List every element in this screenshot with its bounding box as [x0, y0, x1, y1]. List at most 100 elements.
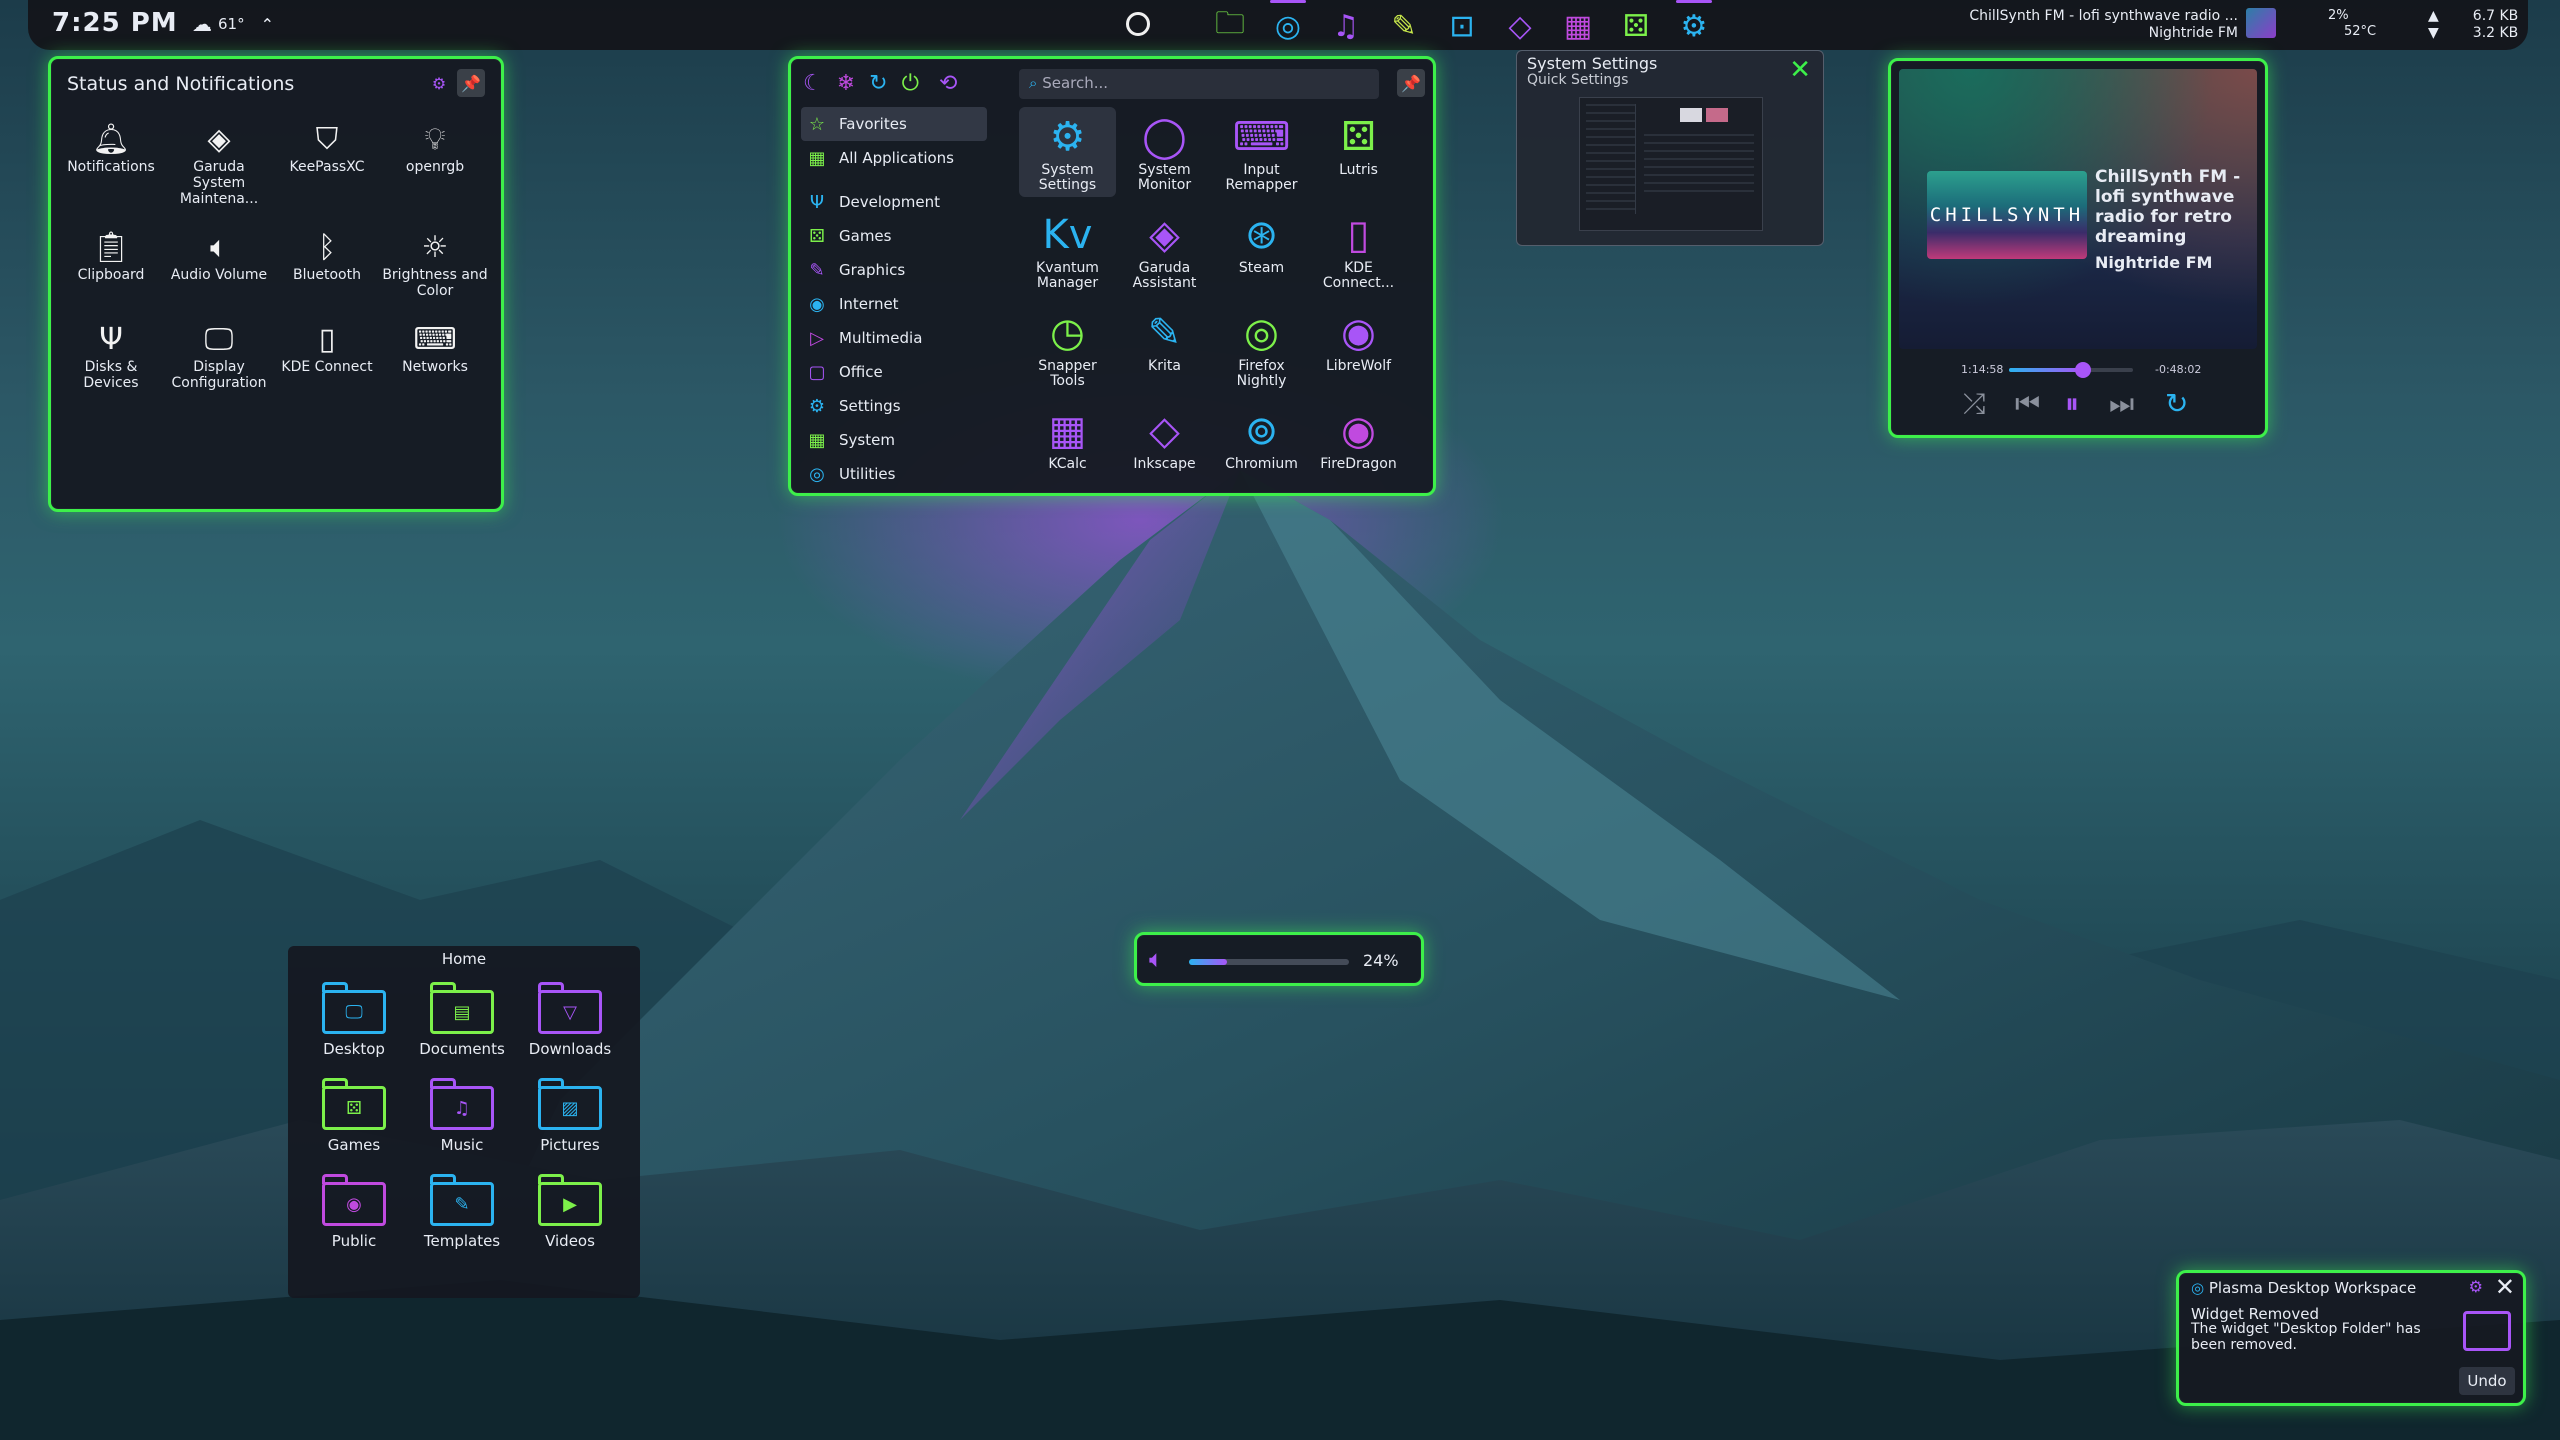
volume-fill: [1189, 959, 1228, 965]
music-icon[interactable]: ♫: [1324, 4, 1368, 48]
network-icon: ⌨: [413, 322, 457, 357]
kdeconnect-icon[interactable]: ◇: [1498, 4, 1542, 48]
calculator-icon: ▦: [1048, 408, 1087, 454]
app-krita[interactable]: ✎ Krita: [1116, 303, 1213, 393]
window-thumbnail[interactable]: [1579, 97, 1763, 231]
status-item-audio[interactable]: 🔈︎ Audio Volume: [165, 229, 273, 299]
app-kde-connect[interactable]: ▯ KDE Connect...: [1310, 205, 1407, 295]
category-graphics[interactable]: ✎ Graphics: [801, 253, 987, 287]
notification-popup: ◎ Plasma Desktop Workspace ⚙ ✕ Widget Re…: [2176, 1270, 2526, 1406]
seek-fill: [2009, 368, 2084, 372]
status-item-display[interactable]: 🖵︎ Display Configuration: [165, 321, 273, 391]
app-garuda-assistant[interactable]: ◈ Garuda Assistant: [1116, 205, 1213, 295]
net-up: 6.7 KB: [2472, 8, 2519, 24]
folder-icon[interactable]: 🗀: [1208, 4, 1252, 48]
status-item-kdeconnect[interactable]: ▯ KDE Connect: [273, 321, 381, 391]
folder-games[interactable]: ⚄ Games: [300, 1072, 408, 1154]
app-snapper-tools[interactable]: ◷ Snapper Tools: [1019, 303, 1116, 393]
status-item-garuda[interactable]: ◈ Garuda System Maintena...: [165, 121, 273, 207]
category-internet[interactable]: ◉ Internet: [801, 287, 987, 321]
folder-documents[interactable]: ▤ Documents: [408, 976, 516, 1058]
search-input[interactable]: ⌕ Search...: [1019, 69, 1379, 99]
close-icon[interactable]: ✕: [1789, 55, 1811, 85]
overview-button[interactable]: [1126, 12, 1150, 36]
folder-desktop[interactable]: 🖵︎ Desktop: [300, 976, 408, 1058]
album-thumbnail: [2246, 8, 2276, 38]
pin-icon[interactable]: 📌: [1397, 69, 1425, 97]
status-item-clipboard[interactable]: 📋︎ Clipboard: [57, 229, 165, 299]
app-system-settings[interactable]: ⚙ System Settings: [1019, 107, 1116, 197]
app-firefox-nightly[interactable]: ◎ Firefox Nightly: [1213, 303, 1310, 393]
status-item-disks[interactable]: Ψ Disks & Devices: [57, 321, 165, 391]
next-icon[interactable]: ⏭: [2109, 387, 2134, 421]
configure-icon[interactable]: ⚙: [425, 69, 453, 97]
folder-videos[interactable]: ▶ Videos: [516, 1168, 624, 1250]
music-folder-icon: ♫: [430, 1078, 494, 1130]
folder-templates[interactable]: ✎ Templates: [408, 1168, 516, 1250]
videos-folder-icon: ▶: [538, 1174, 602, 1226]
app-kcalc[interactable]: ▦ KCalc: [1019, 401, 1116, 491]
folder-pictures[interactable]: ▨ Pictures: [516, 1072, 624, 1154]
sleep-icon[interactable]: ☾: [803, 71, 823, 96]
app-lutris[interactable]: ⚄ Lutris: [1310, 107, 1407, 197]
clipboard-icon: 📋︎: [91, 230, 131, 265]
firefox-icon[interactable]: ◎: [1266, 0, 1310, 48]
undo-button[interactable]: Undo: [2459, 1367, 2515, 1395]
weather-widget[interactable]: ☁ 61° ⌃: [192, 12, 274, 36]
seek-handle[interactable]: [2075, 362, 2092, 378]
category-multimedia[interactable]: ▷ Multimedia: [801, 321, 987, 355]
games-icon[interactable]: ⚄: [1614, 4, 1658, 48]
status-item-keepassxc[interactable]: ⛉ KeePassXC: [273, 121, 381, 207]
folder-music[interactable]: ♫ Music: [408, 1072, 516, 1154]
app-inkscape[interactable]: ◇ Inkscape: [1116, 401, 1213, 491]
status-item-notifications[interactable]: 🔔︎ Notifications: [57, 121, 165, 207]
category-games[interactable]: ⚄ Games: [801, 219, 987, 253]
category-office[interactable]: ▢ Office: [801, 355, 987, 389]
pin-icon[interactable]: 📌: [457, 69, 485, 97]
system-monitor-widget[interactable]: 2% 52°C: [2328, 8, 2376, 40]
app-system-monitor[interactable]: ◯ System Monitor: [1116, 107, 1213, 197]
pause-icon[interactable]: ⏸: [2065, 387, 2079, 421]
previous-icon[interactable]: ⏮: [2015, 387, 2040, 421]
terminal-icon[interactable]: ⊡: [1440, 4, 1484, 48]
network-monitor-widget[interactable]: ▲ ▼ 6.7 KB 3.2 KB: [2428, 8, 2518, 42]
category-system[interactable]: ▦ System: [801, 423, 987, 457]
status-item-openrgb[interactable]: 💡︎ openrgb: [381, 121, 489, 207]
category-favorites[interactable]: ☆ Favorites: [801, 107, 987, 141]
star-icon: ☆: [808, 113, 826, 135]
folder-public[interactable]: ◉ Public: [300, 1168, 408, 1250]
app-input-remapper[interactable]: ⌨ Input Remapper: [1213, 107, 1310, 197]
seek-bar[interactable]: [2009, 362, 2133, 378]
favorite-apps-grid: ⚙ System Settings ◯ System Monitor ⌨ Input …: [1019, 107, 1419, 491]
kcalc-icon[interactable]: ▦: [1556, 4, 1600, 48]
category-utilities[interactable]: ◎ Utilities: [801, 457, 987, 491]
repeat-icon[interactable]: ↻: [2165, 387, 2188, 420]
category-all-applications[interactable]: ▦ All Applications: [801, 141, 987, 175]
app-firedragon[interactable]: ◉ FireDragon: [1310, 401, 1407, 491]
office-icon: ▢: [808, 361, 826, 383]
status-item-brightness[interactable]: ☼ Brightness and Color: [381, 229, 489, 299]
task-preview-system-settings[interactable]: System Settings Quick Settings ✕: [1516, 50, 1824, 246]
configure-icon[interactable]: ⚙: [2469, 1277, 2483, 1296]
app-chromium[interactable]: ⊚ Chromium: [1213, 401, 1310, 491]
clock[interactable]: 7:25 PM: [52, 8, 178, 38]
logout-icon[interactable]: ⟲: [939, 71, 957, 96]
restart-icon[interactable]: ↻: [869, 71, 887, 96]
power-icon[interactable]: ⏻: [902, 71, 919, 96]
status-item-networks[interactable]: ⌨ Networks: [381, 321, 489, 391]
app-librewolf[interactable]: ◉ LibreWolf: [1310, 303, 1407, 393]
app-steam[interactable]: ⊛ Steam: [1213, 205, 1310, 295]
app-kvantum-manager[interactable]: Kv Kvantum Manager: [1019, 205, 1116, 295]
folder-downloads[interactable]: ▽ Downloads: [516, 976, 624, 1058]
close-icon[interactable]: ✕: [2495, 1273, 2515, 1301]
gear-icon[interactable]: ⚙: [1672, 0, 1716, 48]
now-playing-indicator[interactable]: ChillSynth FM - lofi synthwave radio ...…: [1908, 8, 2238, 42]
usb-icon: Ψ: [99, 322, 123, 357]
category-settings[interactable]: ⚙ Settings: [801, 389, 987, 423]
category-development[interactable]: Ψ Development: [801, 185, 987, 219]
lock-icon[interactable]: ❄: [837, 71, 855, 96]
notes-icon[interactable]: ✎: [1382, 4, 1426, 48]
status-item-bluetooth[interactable]: ᛒ Bluetooth: [273, 229, 381, 299]
shuffle-icon[interactable]: ⤮: [1963, 387, 1985, 421]
chevron-up-icon[interactable]: ⌃: [261, 15, 274, 34]
